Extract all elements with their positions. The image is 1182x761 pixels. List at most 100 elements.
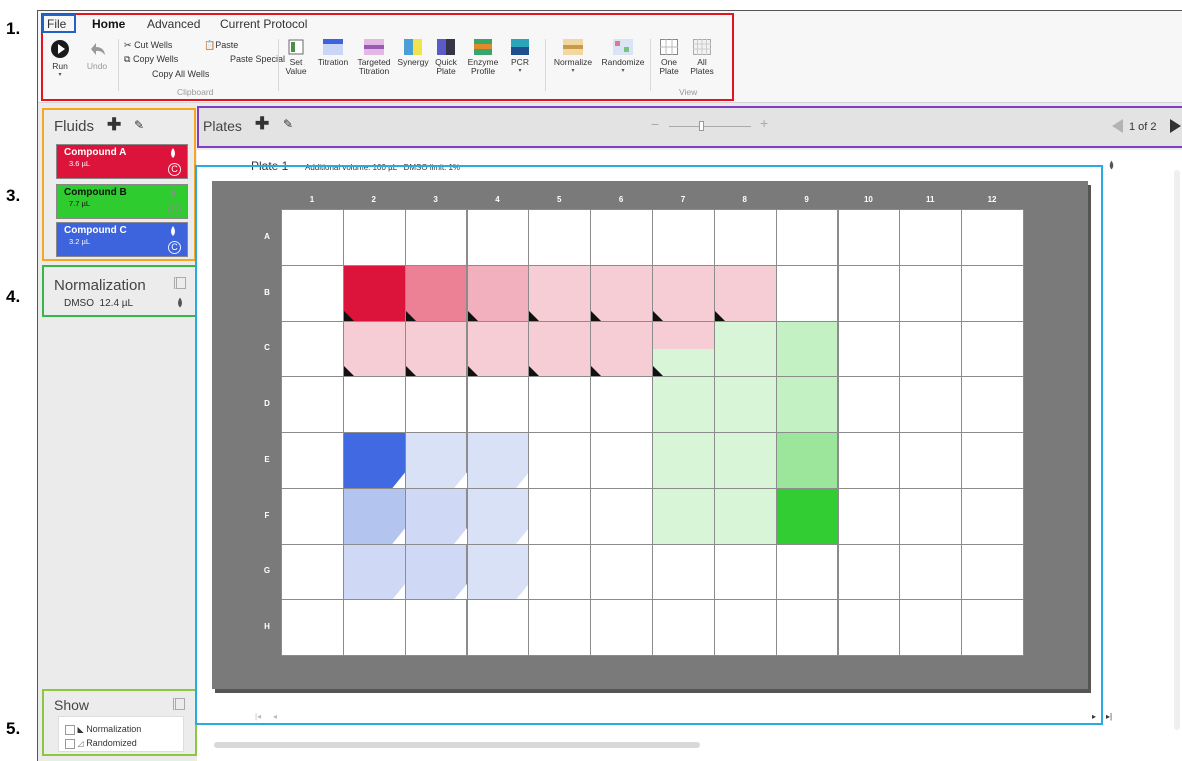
- add-fluid-icon[interactable]: ✚: [107, 115, 121, 135]
- well[interactable]: [652, 320, 715, 378]
- zoom-out-icon[interactable]: −: [651, 116, 659, 132]
- fluid-compound-a[interactable]: Compound A 3.6 µL C: [56, 144, 188, 179]
- row-header[interactable]: G: [259, 566, 275, 575]
- titration-button[interactable]: Titration: [314, 39, 352, 67]
- row-header[interactable]: H: [259, 622, 275, 631]
- well[interactable]: [466, 264, 530, 322]
- undo-button[interactable]: Undo: [82, 39, 112, 71]
- well[interactable]: [404, 487, 468, 545]
- well[interactable]: [281, 487, 344, 545]
- tab-current-protocol[interactable]: Current Protocol: [220, 17, 307, 31]
- well[interactable]: [528, 599, 592, 656]
- normalization-entry[interactable]: DMSO 12.4 µL: [64, 298, 133, 309]
- well[interactable]: [590, 432, 653, 489]
- well[interactable]: [404, 432, 468, 489]
- column-header[interactable]: 7: [652, 195, 714, 204]
- randomize-button[interactable]: Randomize ▾: [598, 39, 648, 76]
- well[interactable]: [899, 487, 963, 545]
- well[interactable]: [590, 264, 653, 322]
- show-normalization-option[interactable]: ◣ Normalization: [65, 724, 141, 735]
- well[interactable]: [281, 432, 344, 489]
- well[interactable]: [775, 209, 839, 266]
- well[interactable]: [775, 320, 839, 378]
- well[interactable]: [837, 599, 901, 656]
- collapse-panel-icon[interactable]: [173, 698, 185, 710]
- scroll-right-icon[interactable]: ▸: [1092, 712, 1096, 721]
- well[interactable]: [713, 209, 777, 266]
- quick-plate-button[interactable]: Quick Plate: [432, 39, 460, 76]
- well[interactable]: [404, 599, 468, 656]
- tab-advanced[interactable]: Advanced: [147, 17, 200, 31]
- well[interactable]: [342, 264, 406, 322]
- checkbox[interactable]: [65, 738, 75, 749]
- well[interactable]: [961, 432, 1024, 489]
- enzyme-profile-button[interactable]: Enzyme Profile: [464, 39, 502, 76]
- next-plate-icon[interactable]: [1170, 119, 1181, 133]
- well[interactable]: [713, 264, 777, 322]
- well[interactable]: [961, 209, 1024, 266]
- well[interactable]: [899, 599, 963, 656]
- column-header[interactable]: 2: [343, 195, 405, 204]
- well[interactable]: [528, 432, 592, 489]
- all-plates-button[interactable]: All Plates: [688, 39, 716, 76]
- cut-wells-button[interactable]: ✂ Cut Wells: [124, 40, 172, 51]
- well[interactable]: [713, 599, 777, 656]
- tab-home[interactable]: Home: [92, 17, 125, 31]
- well[interactable]: [466, 487, 530, 545]
- well[interactable]: [713, 320, 777, 378]
- pcr-button[interactable]: PCR ▾: [506, 39, 534, 76]
- column-header[interactable]: 4: [467, 195, 529, 204]
- previous-plate-icon[interactable]: [1112, 119, 1123, 133]
- vertical-scrollbar[interactable]: [1174, 170, 1180, 730]
- normalize-button[interactable]: Normalize ▾: [550, 39, 596, 76]
- row-header[interactable]: C: [259, 343, 275, 352]
- well[interactable]: [652, 376, 715, 433]
- zoom-slider[interactable]: [669, 121, 751, 131]
- well[interactable]: [652, 264, 715, 322]
- well[interactable]: [590, 599, 653, 656]
- well[interactable]: [961, 264, 1024, 322]
- column-header[interactable]: 10: [838, 195, 900, 204]
- set-value-button[interactable]: Set Value: [282, 39, 310, 76]
- well[interactable]: [775, 599, 839, 656]
- well[interactable]: [466, 320, 530, 378]
- well[interactable]: [652, 543, 715, 601]
- well[interactable]: [466, 599, 530, 656]
- well[interactable]: [837, 487, 901, 545]
- well[interactable]: [837, 320, 901, 378]
- well[interactable]: [528, 264, 592, 322]
- row-header[interactable]: D: [259, 399, 275, 408]
- well[interactable]: [404, 264, 468, 322]
- well[interactable]: [652, 599, 715, 656]
- well[interactable]: [713, 432, 777, 489]
- well[interactable]: [837, 209, 901, 266]
- well[interactable]: [528, 543, 592, 601]
- well[interactable]: [466, 543, 530, 601]
- column-header[interactable]: 5: [528, 195, 590, 204]
- zoom-in-icon[interactable]: +: [760, 115, 768, 131]
- well[interactable]: [281, 543, 344, 601]
- add-plate-icon[interactable]: ✚: [255, 114, 269, 134]
- one-plate-button[interactable]: One Plate: [655, 39, 683, 76]
- column-header[interactable]: 9: [776, 195, 838, 204]
- fluid-compound-c[interactable]: Compound C 3.2 µL C: [56, 222, 188, 257]
- copy-wells-button[interactable]: ⧉ Copy Wells: [124, 54, 178, 65]
- column-header[interactable]: 1: [281, 195, 343, 204]
- well[interactable]: [404, 320, 468, 378]
- well[interactable]: [899, 320, 963, 378]
- copy-all-wells-button[interactable]: Copy All Wells: [152, 69, 209, 79]
- show-randomized-option[interactable]: ◿ Randomized: [65, 738, 137, 749]
- well[interactable]: [404, 209, 468, 266]
- row-header[interactable]: E: [259, 455, 275, 464]
- well[interactable]: [281, 376, 344, 433]
- scroll-left-icon[interactable]: ◂: [273, 712, 277, 721]
- paste-button[interactable]: 📋Paste: [204, 40, 238, 51]
- well[interactable]: [281, 264, 344, 322]
- well[interactable]: [528, 209, 592, 266]
- well[interactable]: [899, 376, 963, 433]
- well[interactable]: [837, 264, 901, 322]
- well[interactable]: [404, 376, 468, 433]
- well[interactable]: [775, 432, 839, 489]
- well[interactable]: [899, 543, 963, 601]
- well[interactable]: [528, 320, 592, 378]
